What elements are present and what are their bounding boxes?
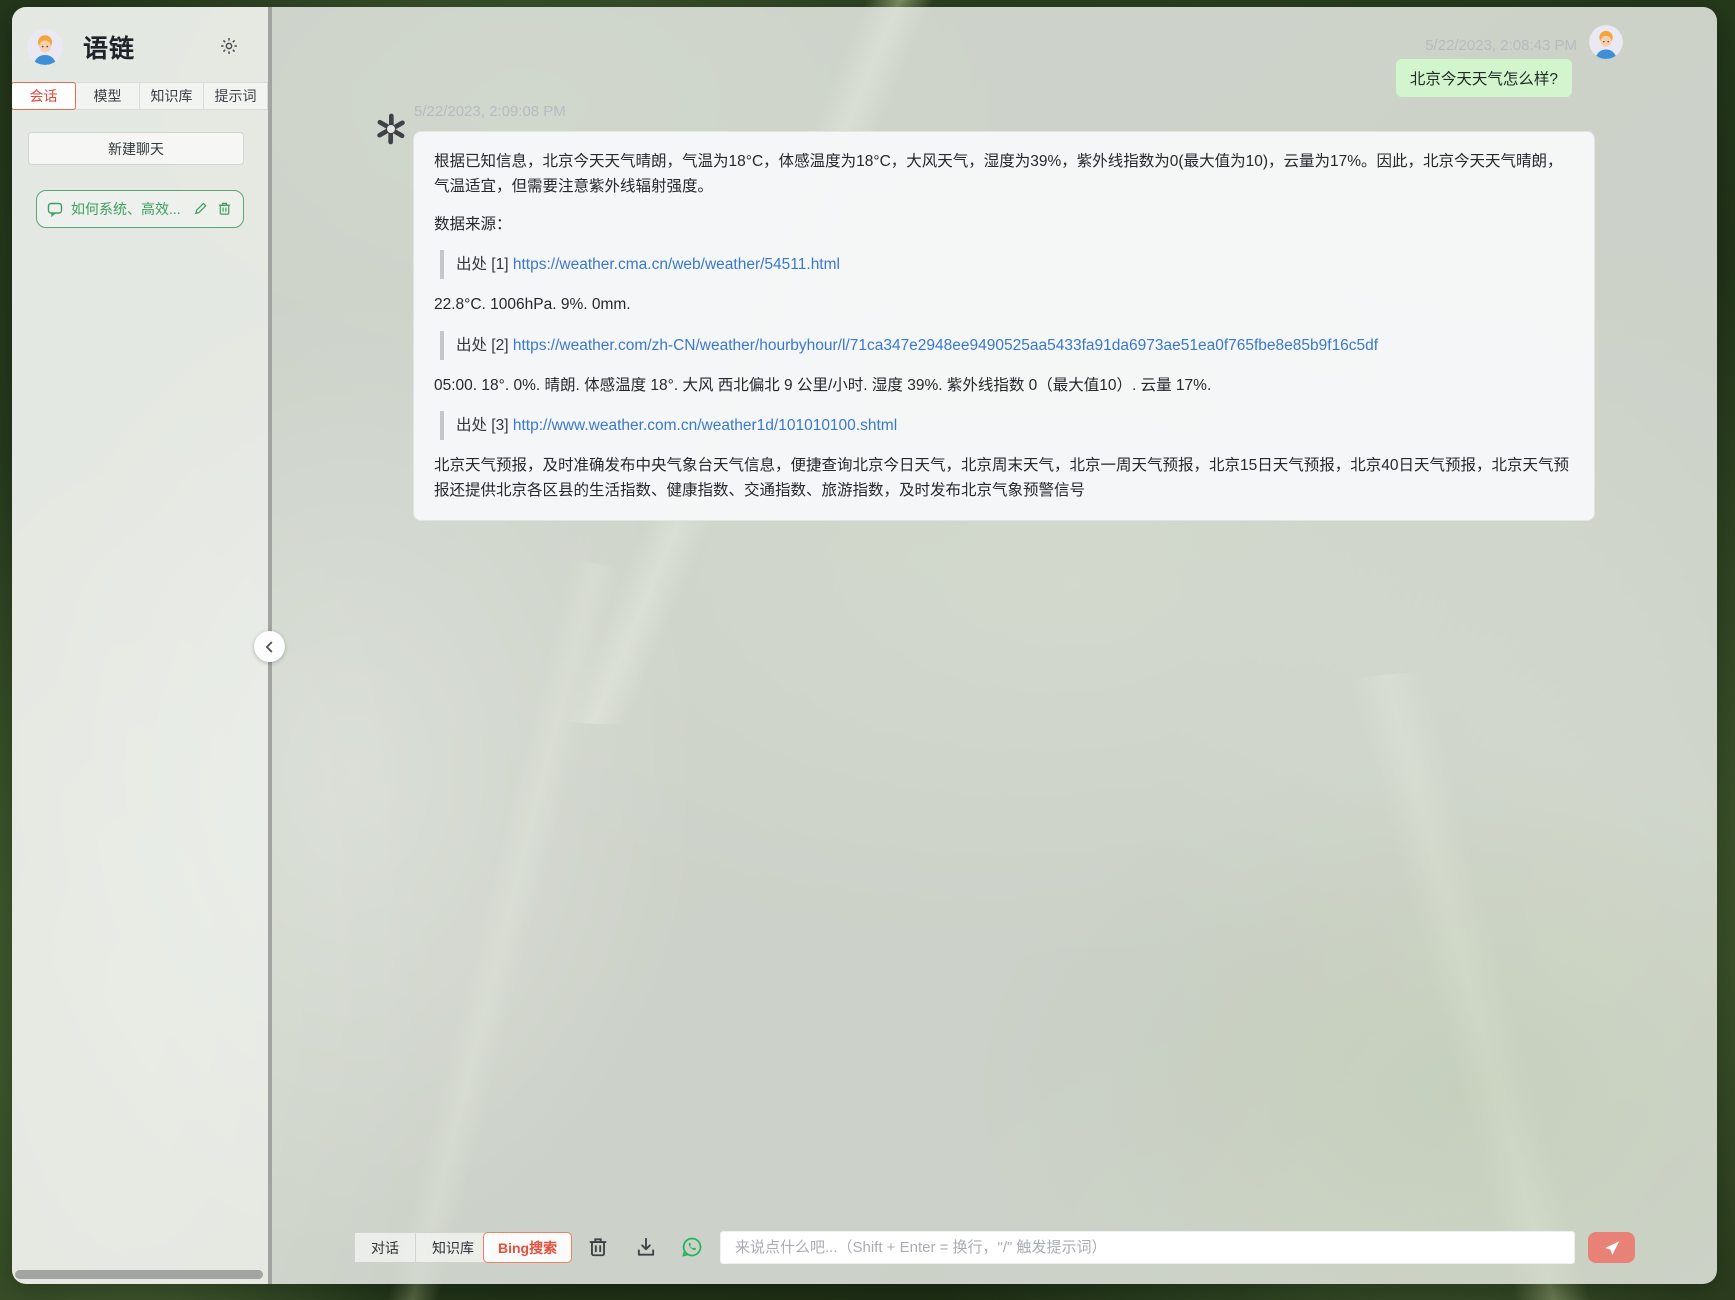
mode-dialog-button[interactable]: 对话 — [354, 1232, 416, 1263]
assistant-timestamp: 5/22/2023, 2:09:08 PM — [414, 103, 566, 120]
sidebar-horizontal-scrollbar[interactable] — [15, 1270, 263, 1279]
assistant-openai-avatar — [375, 113, 407, 145]
edit-pencil-icon[interactable] — [193, 201, 209, 217]
mode-switcher: 对话 知识库 — [354, 1232, 491, 1263]
citation-1: 出处 [1] https://weather.cma.cn/web/weathe… — [440, 250, 1574, 280]
citation-2-link[interactable]: https://weather.com/zh-CN/weather/hourby… — [513, 337, 1378, 354]
delete-trash-icon[interactable] — [217, 201, 233, 217]
chat-history-title: 如何系统、高效... — [71, 201, 181, 217]
app-window: 语链 会话 模型 知识库 提示词 新建聊天 如何系统、高效... 5/22/20… — [12, 7, 1717, 1284]
whatsapp-icon[interactable] — [681, 1236, 703, 1258]
tab-conversation[interactable]: 会话 — [12, 82, 76, 110]
citation-3-link[interactable]: http://www.weather.com.cn/weather1d/1010… — [513, 417, 897, 434]
citation-2: 出处 [2] https://weather.com/zh-CN/weather… — [440, 330, 1574, 360]
new-chat-button[interactable]: 新建聊天 — [28, 132, 244, 165]
user-avatar — [27, 29, 63, 65]
tab-prompts[interactable]: 提示词 — [203, 82, 268, 110]
export-download-icon[interactable] — [635, 1236, 657, 1258]
assistant-paragraph: 根据已知信息，北京今天天气晴朗，气温为18°C，体感温度为18°C，大风天气，湿… — [434, 153, 1563, 196]
settings-gear-icon[interactable] — [219, 36, 239, 56]
citation-2-note: 05:00. 18°. 0%. 晴朗. 体感温度 18°. 大风 西北偏北 9 … — [434, 376, 1212, 394]
message-input[interactable] — [720, 1231, 1575, 1264]
clear-trash-icon[interactable] — [587, 1236, 609, 1258]
chat-bubble-icon — [47, 201, 63, 217]
mode-knowledge-button[interactable]: 知识库 — [415, 1232, 491, 1263]
tab-knowledge-base[interactable]: 知识库 — [139, 82, 204, 110]
composer-bar: 对话 知识库 Bing搜索 — [272, 1214, 1717, 1284]
bing-search-button[interactable]: Bing搜索 — [483, 1232, 573, 1263]
user-message-avatar — [1589, 25, 1623, 59]
assistant-message-bubble: 根据已知信息，北京今天天气晴朗，气温为18°C，体感温度为18°C，大风天气，湿… — [413, 131, 1595, 522]
collapse-sidebar-button[interactable] — [254, 631, 285, 662]
user-message-bubble: 北京今天天气怎么样? — [1395, 59, 1572, 97]
citation-3-note: 北京天气预报，及时准确发布中央气象台天气信息，便捷查询北京今日天气，北京周末天气… — [434, 456, 1569, 499]
user-timestamp: 5/22/2023, 2:08:43 PM — [1425, 37, 1577, 54]
tab-model[interactable]: 模型 — [75, 82, 140, 110]
send-button[interactable] — [1588, 1232, 1635, 1263]
app-title: 语链 — [83, 35, 136, 63]
citation-3: 出处 [3] http://www.weather.com.cn/weather… — [440, 410, 1574, 440]
citation-1-note: 22.8°C. 1006hPa. 9%. 0mm. — [434, 296, 631, 314]
chat-history-item[interactable]: 如何系统、高效... — [36, 190, 244, 228]
sidebar: 语链 会话 模型 知识库 提示词 新建聊天 如何系统、高效... — [12, 7, 268, 1284]
sidebar-tabs: 会话 模型 知识库 提示词 — [12, 82, 268, 110]
citation-1-link[interactable]: https://weather.cma.cn/web/weather/54511… — [513, 256, 840, 273]
sources-label: 数据来源： — [434, 216, 512, 234]
